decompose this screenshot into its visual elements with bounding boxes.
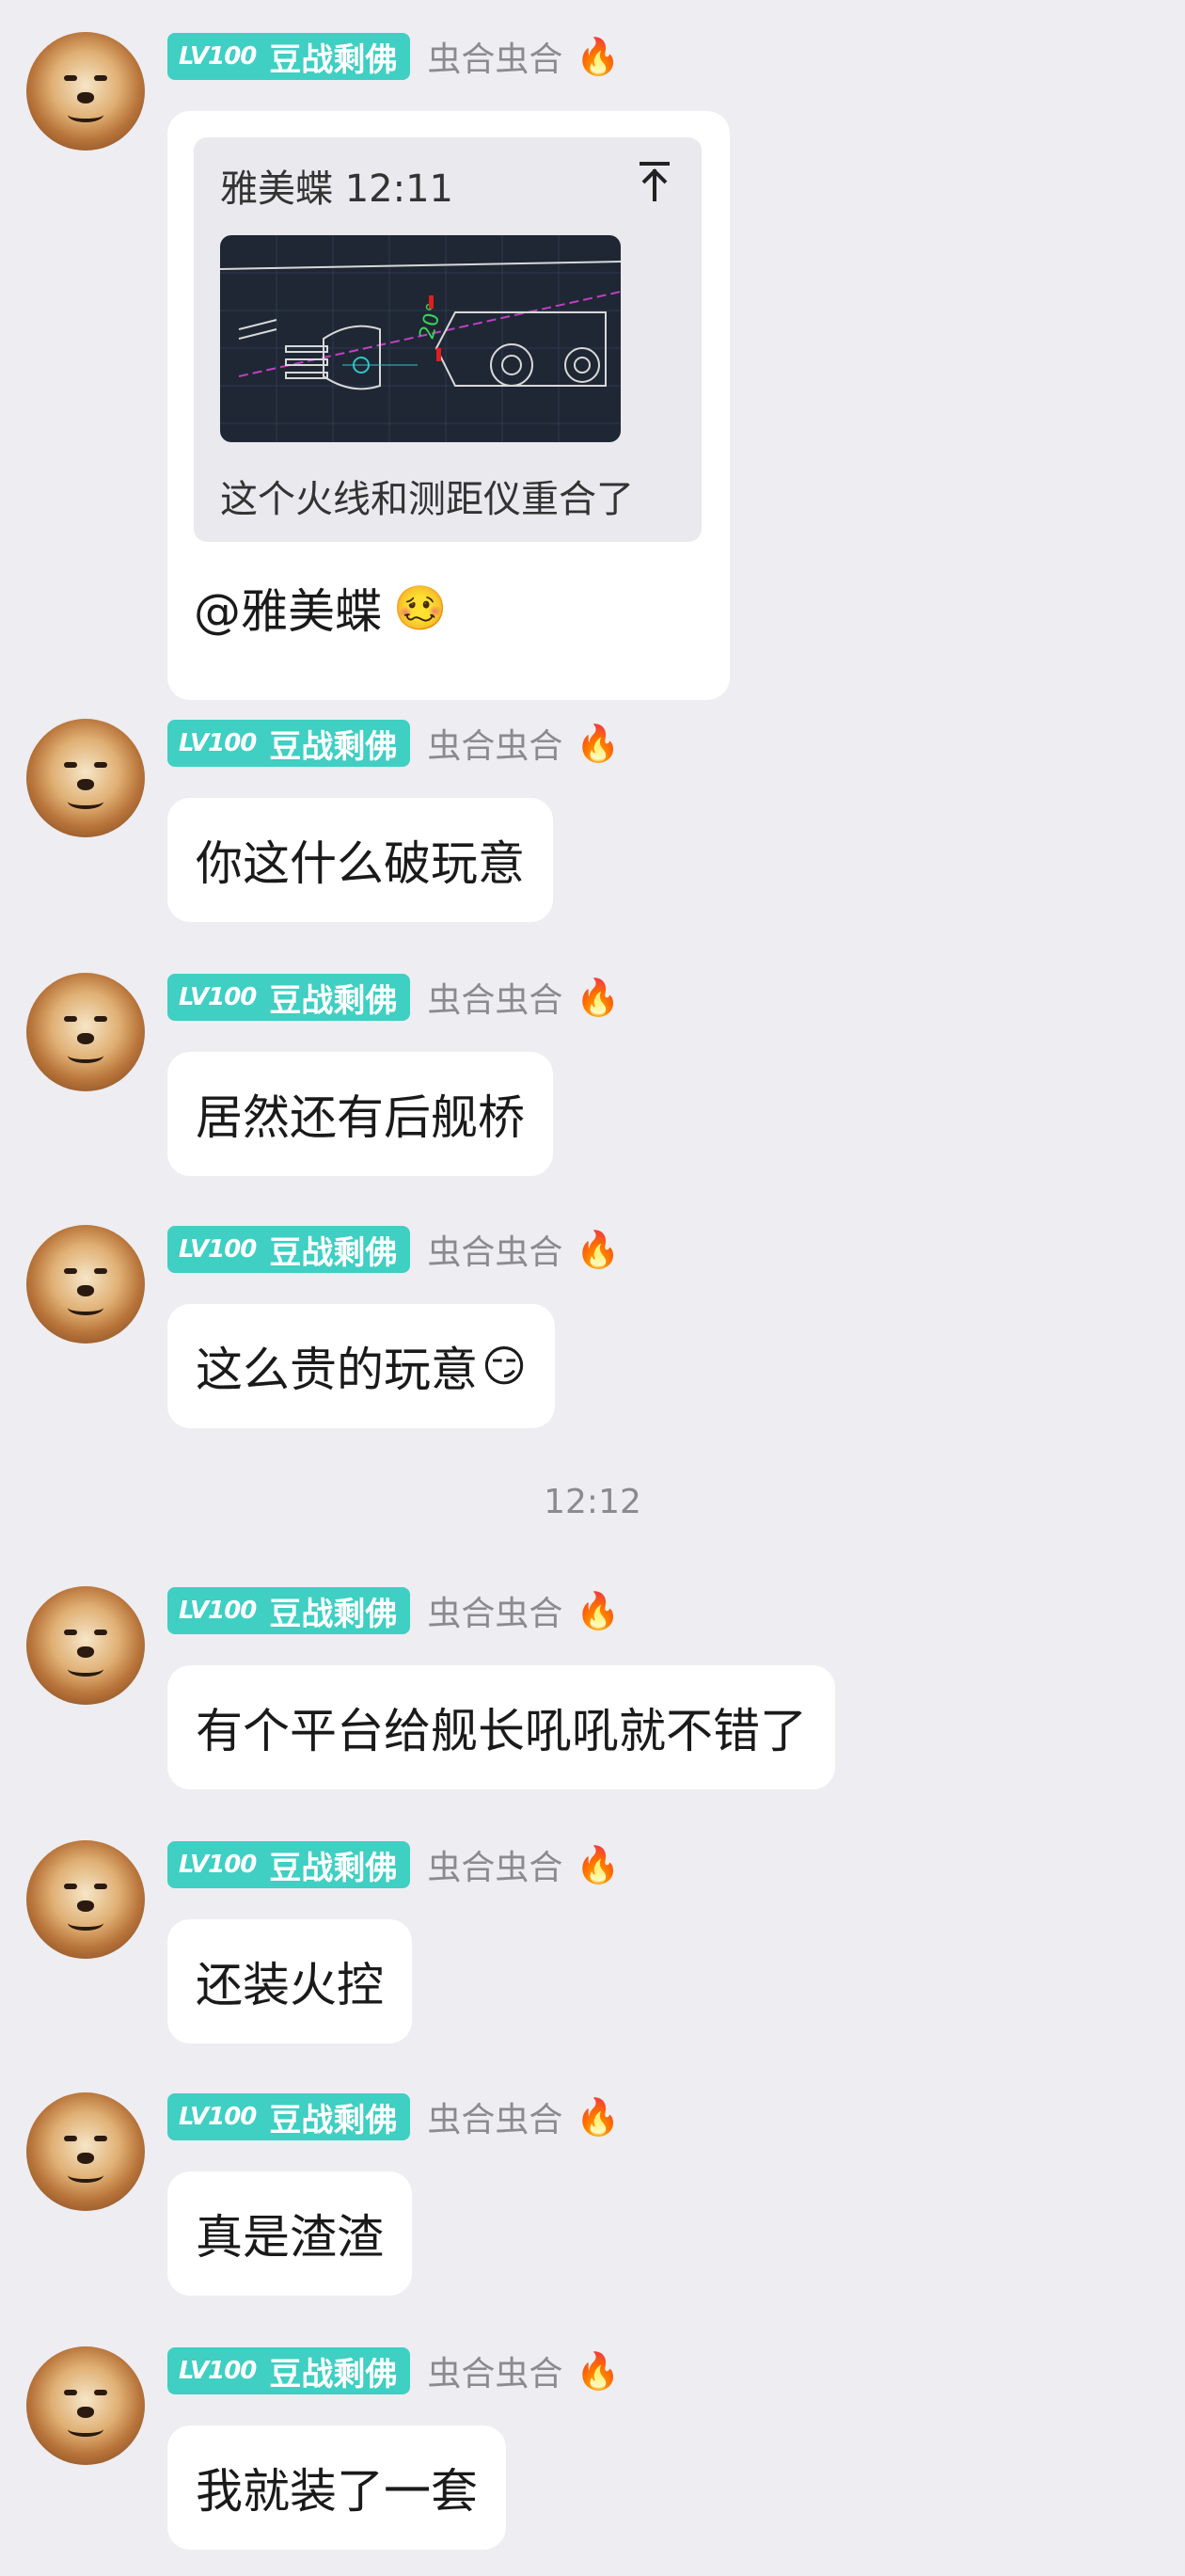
level-label: LV100 bbox=[179, 1235, 257, 1264]
quoted-sender-time: 雅美蝶 12:11 bbox=[220, 167, 453, 211]
level-badge: LV100 豆战剩佛 bbox=[167, 1226, 411, 1273]
quoted-cad-image[interactable]: 20° bbox=[220, 235, 621, 442]
level-badge: LV100 豆战剩佛 bbox=[167, 1587, 411, 1634]
avatar[interactable] bbox=[26, 2346, 145, 2465]
message-bubble[interactable]: 还装火控 bbox=[167, 1919, 412, 2043]
sender-name[interactable]: 虫合虫合 bbox=[427, 1840, 562, 1889]
flame-icon: 🔥 bbox=[576, 2349, 621, 2392]
reply-message-bubble[interactable]: 雅美蝶 12:11 20° 这个火线和测距仪重合了 @雅美蝶 🥴 bbox=[167, 111, 730, 700]
level-label: LV100 bbox=[179, 983, 257, 1011]
message-bubble[interactable]: 我就装了一套 bbox=[167, 2425, 506, 2550]
smirk-emoji: 😏 bbox=[482, 1341, 527, 1391]
group-title: 豆战剩佛 bbox=[269, 1849, 398, 1887]
group-title: 豆战剩佛 bbox=[269, 2355, 398, 2393]
flame-icon: 🔥 bbox=[576, 1228, 621, 1270]
level-label: LV100 bbox=[179, 729, 257, 757]
message-text: 真是渣渣 bbox=[196, 2210, 384, 2265]
avatar[interactable] bbox=[26, 1840, 145, 1959]
message-header: LV100 豆战剩佛 虫合虫合 🔥 bbox=[167, 973, 621, 1022]
sender-name[interactable]: 虫合虫合 bbox=[427, 1225, 562, 1274]
message-text: 有个平台给舰长吼吼就不错了 bbox=[196, 1704, 807, 1758]
sender-name[interactable]: 虫合虫合 bbox=[427, 2092, 562, 2141]
message-header: LV100 豆战剩佛 虫合虫合 🔥 bbox=[167, 32, 621, 81]
level-badge: LV100 豆战剩佛 bbox=[167, 33, 411, 80]
level-badge: LV100 豆战剩佛 bbox=[167, 1841, 411, 1888]
group-title: 豆战剩佛 bbox=[269, 1233, 398, 1272]
avatar[interactable] bbox=[26, 1225, 145, 1344]
message-header: LV100 豆战剩佛 虫合虫合 🔥 bbox=[167, 2092, 621, 2141]
woozy-face-emoji: 🥴 bbox=[393, 581, 448, 633]
sender-name[interactable]: 虫合虫合 bbox=[427, 2346, 562, 2395]
avatar[interactable] bbox=[26, 973, 145, 1091]
flame-icon: 🔥 bbox=[576, 35, 621, 77]
level-label: LV100 bbox=[179, 1851, 257, 1879]
quoted-caption: 这个火线和测距仪重合了 bbox=[220, 478, 634, 521]
level-label: LV100 bbox=[179, 1597, 257, 1625]
flame-icon: 🔥 bbox=[576, 722, 621, 764]
group-title: 豆战剩佛 bbox=[269, 1595, 398, 1633]
mention-text[interactable]: @雅美蝶 bbox=[194, 574, 382, 642]
mention-line: @雅美蝶 🥴 bbox=[194, 574, 447, 642]
flame-icon: 🔥 bbox=[576, 1843, 621, 1885]
message-text: 这么贵的玩意 bbox=[196, 1343, 478, 1397]
level-badge: LV100 豆战剩佛 bbox=[167, 974, 411, 1021]
message-bubble[interactable]: 有个平台给舰长吼吼就不错了 bbox=[167, 1665, 835, 1789]
sender-name[interactable]: 虫合虫合 bbox=[427, 719, 562, 768]
avatar[interactable] bbox=[26, 719, 145, 837]
message-text: 还装火控 bbox=[196, 1958, 384, 2012]
message-header: LV100 豆战剩佛 虫合虫合 🔥 bbox=[167, 1225, 621, 1274]
quoted-message[interactable]: 雅美蝶 12:11 20° 这个火线和测距仪重合了 bbox=[194, 137, 702, 542]
message-text: 居然还有后舰桥 bbox=[196, 1090, 525, 1145]
level-badge: LV100 豆战剩佛 bbox=[167, 2093, 411, 2140]
message-text: 我就装了一套 bbox=[196, 2464, 478, 2519]
sender-name[interactable]: 虫合虫合 bbox=[427, 973, 562, 1022]
level-badge: LV100 豆战剩佛 bbox=[167, 720, 411, 767]
flame-icon: 🔥 bbox=[576, 976, 621, 1018]
group-title: 豆战剩佛 bbox=[269, 40, 398, 79]
message-bubble[interactable]: 居然还有后舰桥 bbox=[167, 1052, 553, 1176]
avatar[interactable] bbox=[26, 32, 145, 151]
message-header: LV100 豆战剩佛 虫合虫合 🔥 bbox=[167, 1840, 621, 1889]
level-label: LV100 bbox=[179, 2103, 257, 2131]
message-bubble[interactable]: 你这什么破玩意 bbox=[167, 798, 553, 922]
avatar[interactable] bbox=[26, 2092, 145, 2211]
message-header: LV100 豆战剩佛 虫合虫合 🔥 bbox=[167, 2346, 621, 2395]
avatar[interactable] bbox=[26, 1586, 145, 1705]
message-text: 你这什么破玩意 bbox=[196, 836, 525, 891]
flame-icon: 🔥 bbox=[576, 2095, 621, 2138]
sender-name[interactable]: 虫合虫合 bbox=[427, 1586, 562, 1635]
pin-top-icon[interactable] bbox=[634, 158, 675, 205]
message-row: LV100 豆战剩佛 虫合虫合 🔥 雅美蝶 12:11 20° 这个火线和测距仪… bbox=[0, 32, 1185, 709]
group-title: 豆战剩佛 bbox=[269, 981, 398, 1020]
level-label: LV100 bbox=[179, 42, 257, 71]
time-divider: 12:12 bbox=[544, 1483, 641, 1521]
group-title: 豆战剩佛 bbox=[269, 727, 398, 766]
group-title: 豆战剩佛 bbox=[269, 2101, 398, 2139]
level-label: LV100 bbox=[179, 2357, 257, 2385]
message-bubble[interactable]: 这么贵的玩意 😏 bbox=[167, 1304, 555, 1428]
flame-icon: 🔥 bbox=[576, 1589, 621, 1631]
message-header: LV100 豆战剩佛 虫合虫合 🔥 bbox=[167, 719, 621, 768]
sender-name[interactable]: 虫合虫合 bbox=[427, 32, 562, 81]
message-header: LV100 豆战剩佛 虫合虫合 🔥 bbox=[167, 1586, 621, 1635]
message-bubble[interactable]: 真是渣渣 bbox=[167, 2171, 412, 2296]
level-badge: LV100 豆战剩佛 bbox=[167, 2347, 411, 2394]
